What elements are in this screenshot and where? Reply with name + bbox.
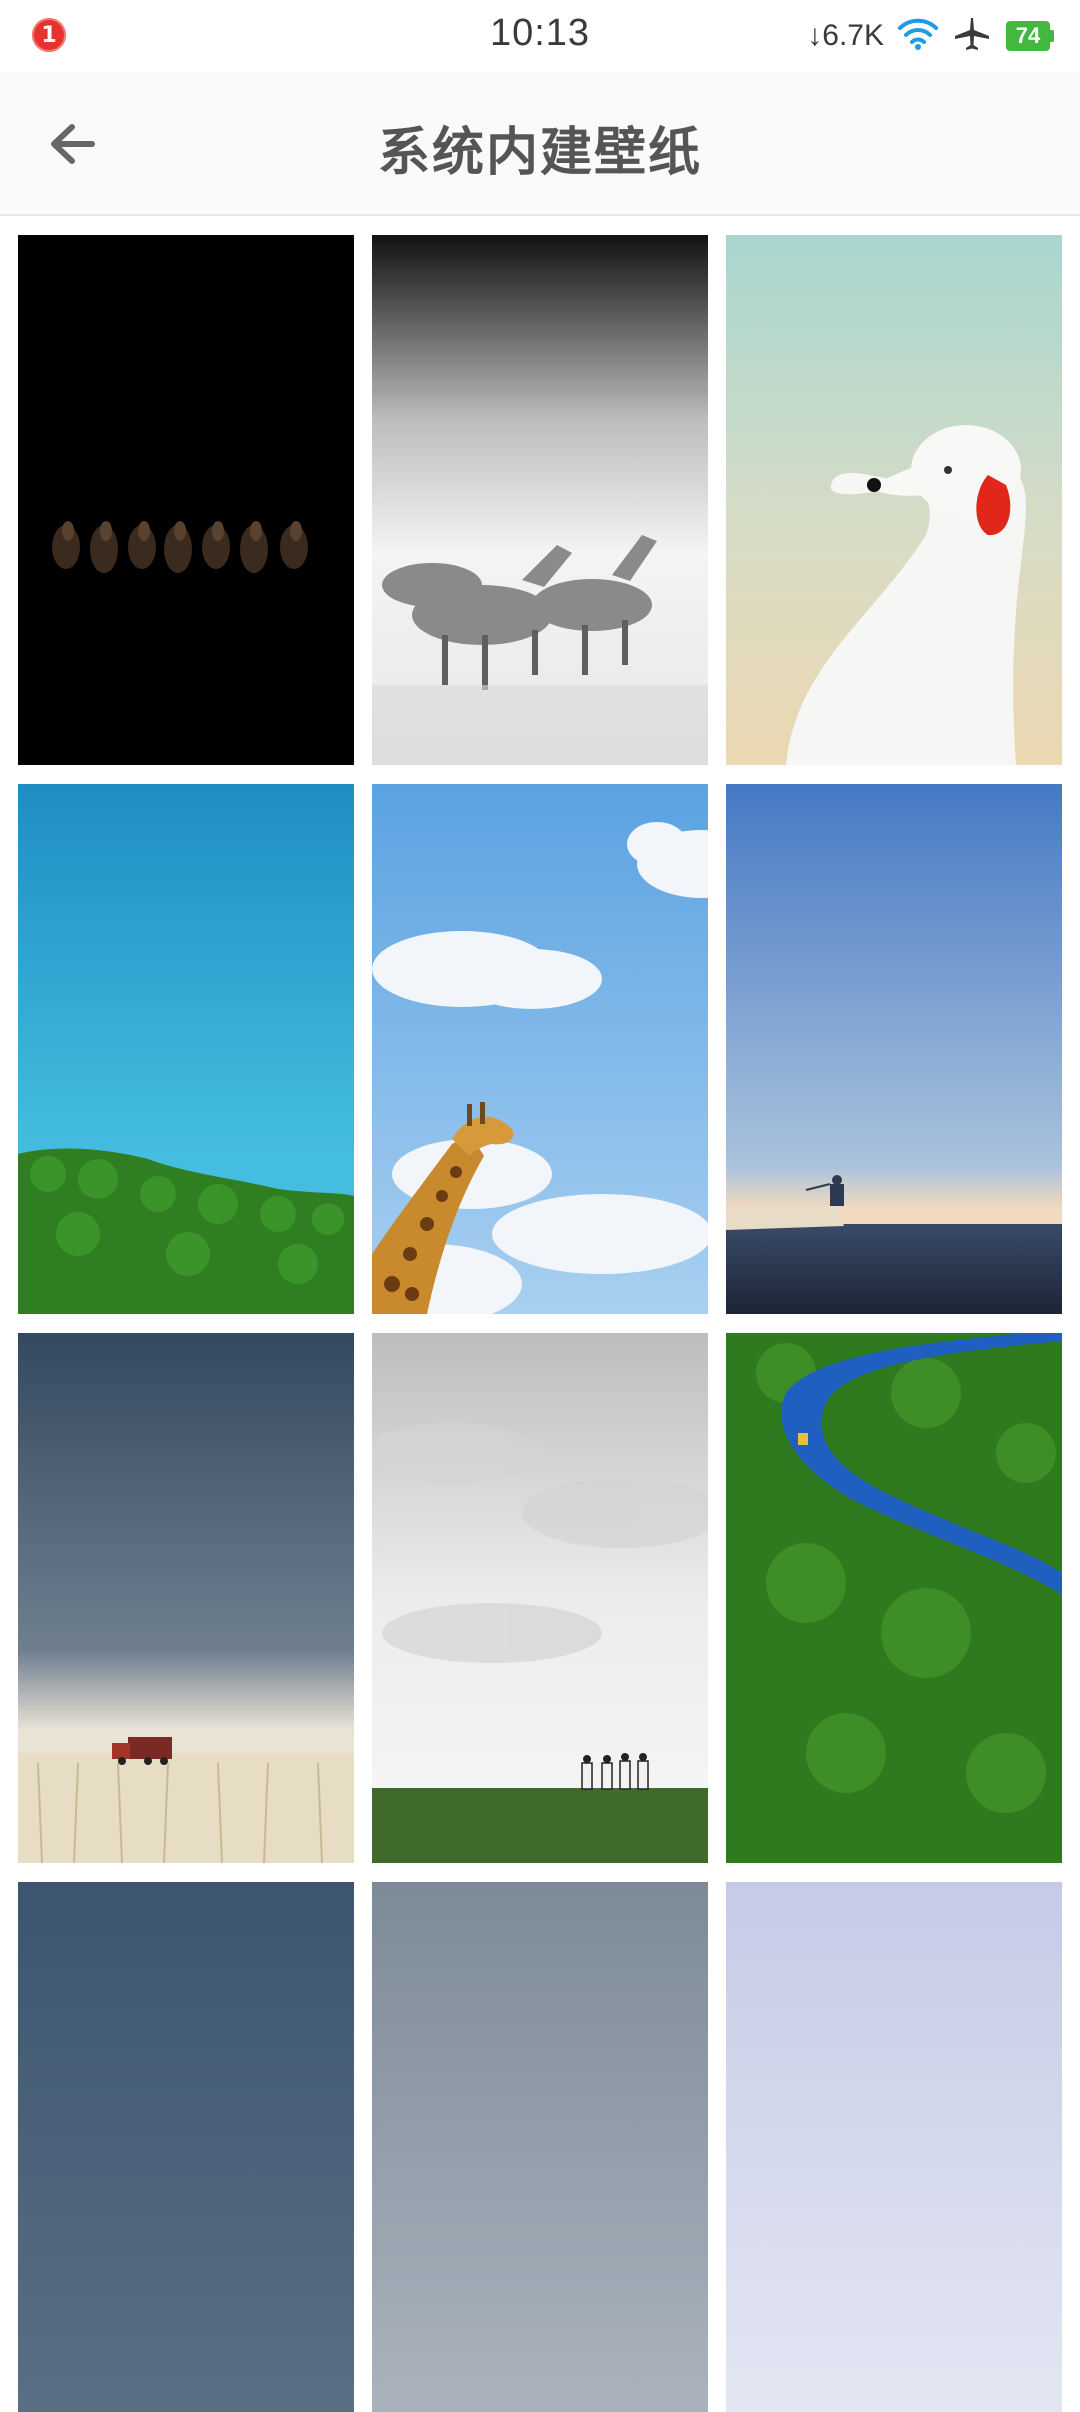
- battery-icon: 74: [1006, 21, 1054, 51]
- airplane-icon: [952, 16, 992, 56]
- net-speed: ↓6.7K: [807, 19, 884, 52]
- wallpaper-thumb-lavender-sky[interactable]: [726, 1882, 1062, 2412]
- wallpaper-thumb-red-truck-in-field[interactable]: [18, 1333, 354, 1863]
- wallpaper-thumb-white-dog-red-ear[interactable]: [726, 235, 1062, 765]
- wallpaper-thumb-sky-over-treetops[interactable]: [18, 784, 354, 1314]
- wallpaper-thumb-slate-blue-sky[interactable]: [18, 1882, 354, 2412]
- wallpaper-thumb-giraffe-in-sky[interactable]: [372, 784, 708, 1314]
- battery-level: 74: [1006, 21, 1050, 51]
- wallpaper-grid: [18, 235, 1062, 2412]
- page-title: 系统内建壁纸: [377, 123, 702, 183]
- wallpaper-thumb-grey-blue-sky[interactable]: [372, 1882, 708, 2412]
- wallpaper-thumb-man-on-boat[interactable]: [726, 784, 1062, 1314]
- status-icons: ↓6.7K 74: [807, 14, 1054, 58]
- wallpaper-thumb-cloudy-sky-figures[interactable]: [372, 1333, 708, 1863]
- wallpaper-thumb-river-through-forest[interactable]: [726, 1333, 1062, 1863]
- status-bar: 1 10:13 ↓6.7K 74: [0, 0, 1080, 72]
- wallpaper-thumb-galloping-white-horses[interactable]: [372, 235, 708, 765]
- wifi-icon: [898, 17, 938, 55]
- app-bar: 系统内建壁纸: [0, 72, 1080, 216]
- wallpaper-thumb-horses-on-black[interactable]: [18, 235, 354, 765]
